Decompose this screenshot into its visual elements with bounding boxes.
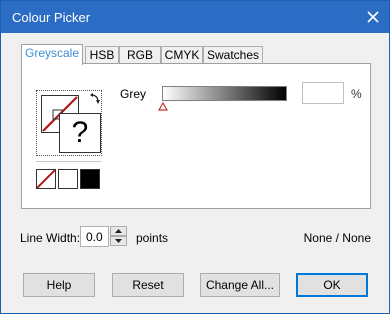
tab-swatches[interactable]: Swatches [203, 46, 263, 64]
swatch-black[interactable] [80, 169, 100, 189]
ok-button[interactable]: OK [296, 273, 368, 297]
swatch-white[interactable] [58, 169, 78, 189]
colour-preview: ? [36, 90, 102, 156]
reset-button[interactable]: Reset [112, 273, 184, 297]
title-bar[interactable]: Colour Picker [1, 1, 389, 33]
greyscale-panel: ? Grey % [21, 63, 371, 209]
unknown-colour-mark: ? [71, 116, 89, 149]
swap-colours-icon[interactable] [89, 93, 101, 105]
tab-greyscale[interactable]: Greyscale [21, 44, 83, 65]
no-colour-slash-icon [37, 170, 55, 188]
grey-slider[interactable] [162, 86, 287, 101]
preview-separator [36, 161, 102, 162]
close-icon [367, 11, 379, 23]
swatch-none[interactable] [36, 169, 56, 189]
down-arrow-icon [115, 239, 122, 243]
line-width-increase[interactable] [110, 226, 127, 236]
tab-rgb[interactable]: RGB [119, 46, 161, 64]
points-unit-label: points [136, 231, 169, 245]
up-arrow-icon [115, 229, 122, 233]
slider-marker-icon[interactable] [158, 102, 168, 111]
percent-unit-label: % [351, 87, 362, 101]
line-width-decrease[interactable] [110, 236, 127, 246]
tab-hsb[interactable]: HSB [85, 46, 119, 64]
change-all-button[interactable]: Change All... [200, 273, 280, 297]
colour-picker-dialog: Colour Picker HSB RGB CMYK Swatches Grey… [0, 0, 390, 314]
line-width-input[interactable] [80, 226, 109, 247]
help-button[interactable]: Help [23, 273, 95, 297]
grey-label: Grey [120, 87, 147, 101]
colour-status-text: None / None [303, 231, 371, 245]
close-button[interactable] [357, 1, 389, 33]
fill-colour-preview[interactable]: ? [59, 113, 101, 153]
grey-percent-field[interactable] [302, 82, 344, 104]
window-title: Colour Picker [12, 10, 91, 25]
line-width-label: Line Width: [20, 231, 81, 245]
tab-cmyk[interactable]: CMYK [161, 46, 203, 64]
